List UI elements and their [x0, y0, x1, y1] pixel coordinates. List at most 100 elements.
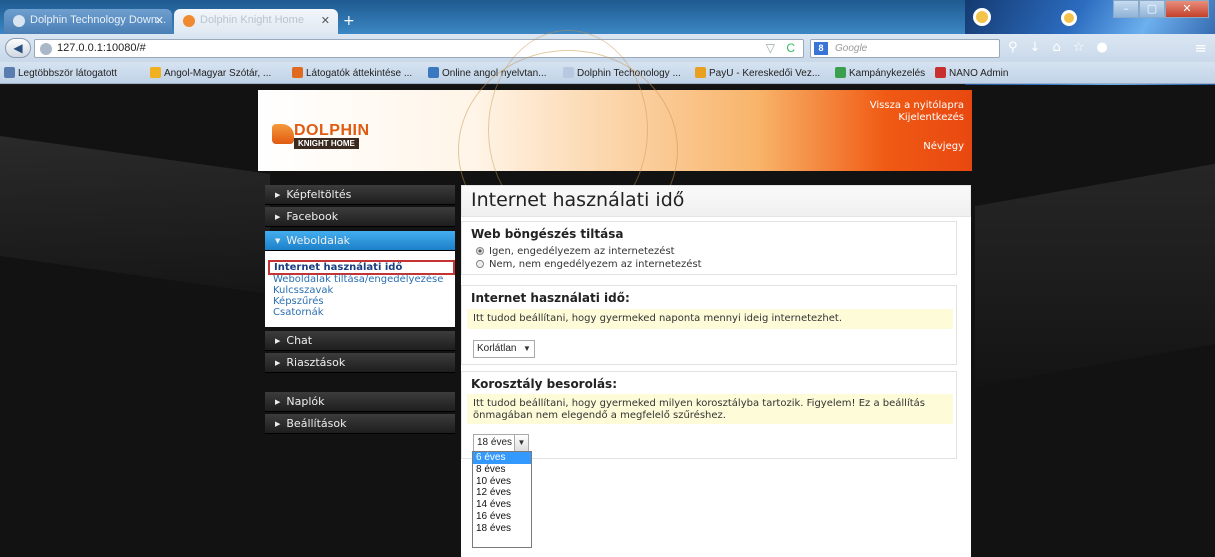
- submenu-item-website-block[interactable]: Weboldalak tiltása/engedélyezése: [273, 274, 443, 285]
- bookmark-icon: [4, 67, 15, 78]
- submenu-item-image-filter[interactable]: Képszűrés: [273, 296, 324, 307]
- tab-label: Dolphin Technology Down...: [30, 14, 167, 26]
- sidebar-item-beallitasok[interactable]: ▶ Beállítások: [265, 414, 455, 434]
- addon-icon[interactable]: ●: [1096, 40, 1107, 55]
- search-engine-icon[interactable]: 8: [814, 42, 828, 55]
- section-heading: Web böngészés tiltása: [471, 227, 624, 241]
- site-header: DOLPHIN KNIGHT HOME Vissza a nyitólapra …: [258, 30, 972, 250]
- submenu-item-channels[interactable]: Csatornák: [273, 307, 324, 318]
- about-link[interactable]: Névjegy: [923, 141, 964, 152]
- bookmark-label: Legtöbbször látogatott: [18, 68, 117, 79]
- sidebar-item-label: Beállítások: [286, 417, 347, 430]
- bookmark-item[interactable]: Angol-Magyar Szótár, ...: [150, 67, 271, 79]
- page-title: Internet használati idő: [471, 189, 685, 211]
- bookmark-item[interactable]: Legtöbbször látogatott: [4, 67, 117, 79]
- bookmark-star-icon[interactable]: ▽: [766, 41, 775, 55]
- bookmark-item[interactable]: Látogatók áttekintése ...: [292, 67, 412, 79]
- site-identity-icon[interactable]: [40, 43, 52, 55]
- bookmark-icon: [695, 67, 706, 78]
- back-to-home-link[interactable]: Vissza a nyitólapra: [870, 100, 964, 111]
- sidebar-item-kepfeltoltes[interactable]: ▶ Képfeltöltés: [265, 185, 455, 205]
- dropdown-option[interactable]: 16 éves: [473, 511, 531, 523]
- bookmark-label: Kampánykezelés: [849, 68, 926, 79]
- chevron-down-icon[interactable]: ▼: [520, 341, 534, 357]
- tab-dolphin-technology[interactable]: Dolphin Technology Down... ✕: [4, 9, 172, 34]
- download-icon[interactable]: ↓: [1030, 40, 1041, 55]
- bookmark-item[interactable]: Kampánykezelés: [835, 67, 925, 79]
- age-category-section: Korosztály besorolás: Itt tudod beállíta…: [461, 371, 957, 459]
- maximize-icon[interactable]: ▢: [1139, 0, 1165, 18]
- search-input[interactable]: 8 Google: [810, 39, 1000, 58]
- bookmark-label: Látogatók áttekintése ...: [306, 68, 413, 79]
- web-browsing-section: Web böngészés tiltása Igen, engedélyezem…: [461, 221, 957, 275]
- bookmark-item[interactable]: PayU - Kereskedői Vez...: [695, 67, 820, 79]
- main-content: Internet használati idő Web böngészés ti…: [461, 185, 971, 557]
- tab-favicon-icon: [13, 15, 25, 27]
- bookmark-icon: [835, 67, 846, 78]
- bookmark-item[interactable]: NANO Admin: [935, 67, 1008, 79]
- logo-subtitle: KNIGHT HOME: [294, 138, 359, 149]
- sidebar-item-weboldalak[interactable]: ▼ Weboldalak: [265, 231, 455, 251]
- sidebar-item-naplok[interactable]: ▶ Naplók: [265, 392, 455, 412]
- radio-checked-icon[interactable]: [476, 247, 484, 255]
- reload-icon[interactable]: C: [786, 41, 795, 55]
- dropdown-option[interactable]: 12 éves: [473, 487, 531, 499]
- tab-favicon-icon: [183, 15, 195, 27]
- select-value: Korlátlan: [477, 343, 517, 354]
- logout-link[interactable]: Kijelentkezés: [898, 112, 964, 123]
- section-heading: Internet használati idő:: [471, 291, 630, 305]
- address-bar[interactable]: 127.0.0.1:10080/# ▽ C: [34, 39, 804, 58]
- page-title-bar: Internet használati idő: [461, 185, 971, 217]
- bookmark-icon: [150, 67, 161, 78]
- close-tab-icon[interactable]: ✕: [155, 14, 164, 27]
- submenu-item-internet-time[interactable]: Internet használati idő: [268, 260, 455, 275]
- search-icon[interactable]: ⚲: [1008, 40, 1018, 55]
- triangle-down-icon: ▼: [275, 237, 281, 245]
- radio-label: Igen, engedélyezem az internetezést: [489, 246, 675, 257]
- sidebar-item-label: Facebook: [286, 210, 339, 223]
- close-tab-icon[interactable]: ✕: [321, 14, 330, 27]
- sidebar-item-label: Képfeltöltés: [286, 188, 352, 201]
- sidebar-item-label: Weboldalak: [286, 234, 351, 247]
- chevron-down-icon[interactable]: ▼: [514, 435, 528, 451]
- time-limit-select[interactable]: Korlátlan ▼: [473, 340, 535, 358]
- minimize-icon[interactable]: –: [1113, 0, 1139, 18]
- dropdown-option[interactable]: 14 éves: [473, 499, 531, 511]
- dolphin-logo-icon: [272, 124, 294, 144]
- bookmark-label: PayU - Kereskedői Vez...: [709, 68, 821, 79]
- radio-unchecked-icon[interactable]: [476, 260, 484, 268]
- sidebar-item-facebook[interactable]: ▶ Facebook: [265, 207, 455, 227]
- triangle-right-icon: ▶: [275, 191, 281, 199]
- bookmark-icon: [935, 67, 946, 78]
- dropdown-option[interactable]: 10 éves: [473, 476, 531, 488]
- home-icon[interactable]: ⌂: [1052, 40, 1060, 55]
- close-window-icon[interactable]: ✕: [1165, 0, 1209, 18]
- tab-dolphin-knight-home[interactable]: Dolphin Knight Home ✕: [174, 9, 338, 34]
- age-select[interactable]: 18 éves ▼: [473, 434, 529, 452]
- new-tab-button[interactable]: +: [343, 13, 355, 29]
- triangle-right-icon: ▶: [275, 398, 281, 406]
- sidebar-item-label: Naplók: [286, 395, 325, 408]
- sidebar-item-label: Chat: [286, 334, 313, 347]
- age-dropdown-list: 6 éves 8 éves 10 éves 12 éves 14 éves 16…: [472, 451, 532, 548]
- info-note: Itt tudod beállítani, hogy gyermeked nap…: [467, 309, 953, 329]
- submenu-item-keywords[interactable]: Kulcsszavak: [273, 285, 333, 296]
- toolbar-icons: ⚲ ↓ ⌂ ☆ ●: [1008, 40, 1108, 55]
- back-button[interactable]: ◀: [5, 38, 31, 58]
- radio-label: Nem, nem engedélyezem az internetezést: [489, 259, 702, 270]
- tab-label: Dolphin Knight Home: [200, 14, 304, 26]
- section-heading: Korosztály besorolás:: [471, 377, 617, 391]
- weboldalak-submenu: Internet használati idő Weboldalak tiltá…: [265, 257, 455, 327]
- menu-icon[interactable]: ≡: [1194, 39, 1207, 57]
- bookmark-icon: [292, 67, 303, 78]
- triangle-right-icon: ▶: [275, 359, 281, 367]
- dropdown-option[interactable]: 18 éves: [473, 523, 531, 535]
- dropdown-option[interactable]: 6 éves: [473, 452, 531, 464]
- sidebar-item-chat[interactable]: ▶ Chat: [265, 331, 455, 351]
- radio-allow-internet[interactable]: Igen, engedélyezem az internetezést: [476, 246, 675, 257]
- bookmark-label: Angol-Magyar Szótár, ...: [164, 68, 272, 79]
- sidebar-item-riasztasok[interactable]: ▶ Riasztások: [265, 353, 455, 373]
- dropdown-option[interactable]: 8 éves: [473, 464, 531, 476]
- bookmarks-icon[interactable]: ☆: [1073, 40, 1085, 55]
- radio-deny-internet[interactable]: Nem, nem engedélyezem az internetezést: [476, 259, 702, 270]
